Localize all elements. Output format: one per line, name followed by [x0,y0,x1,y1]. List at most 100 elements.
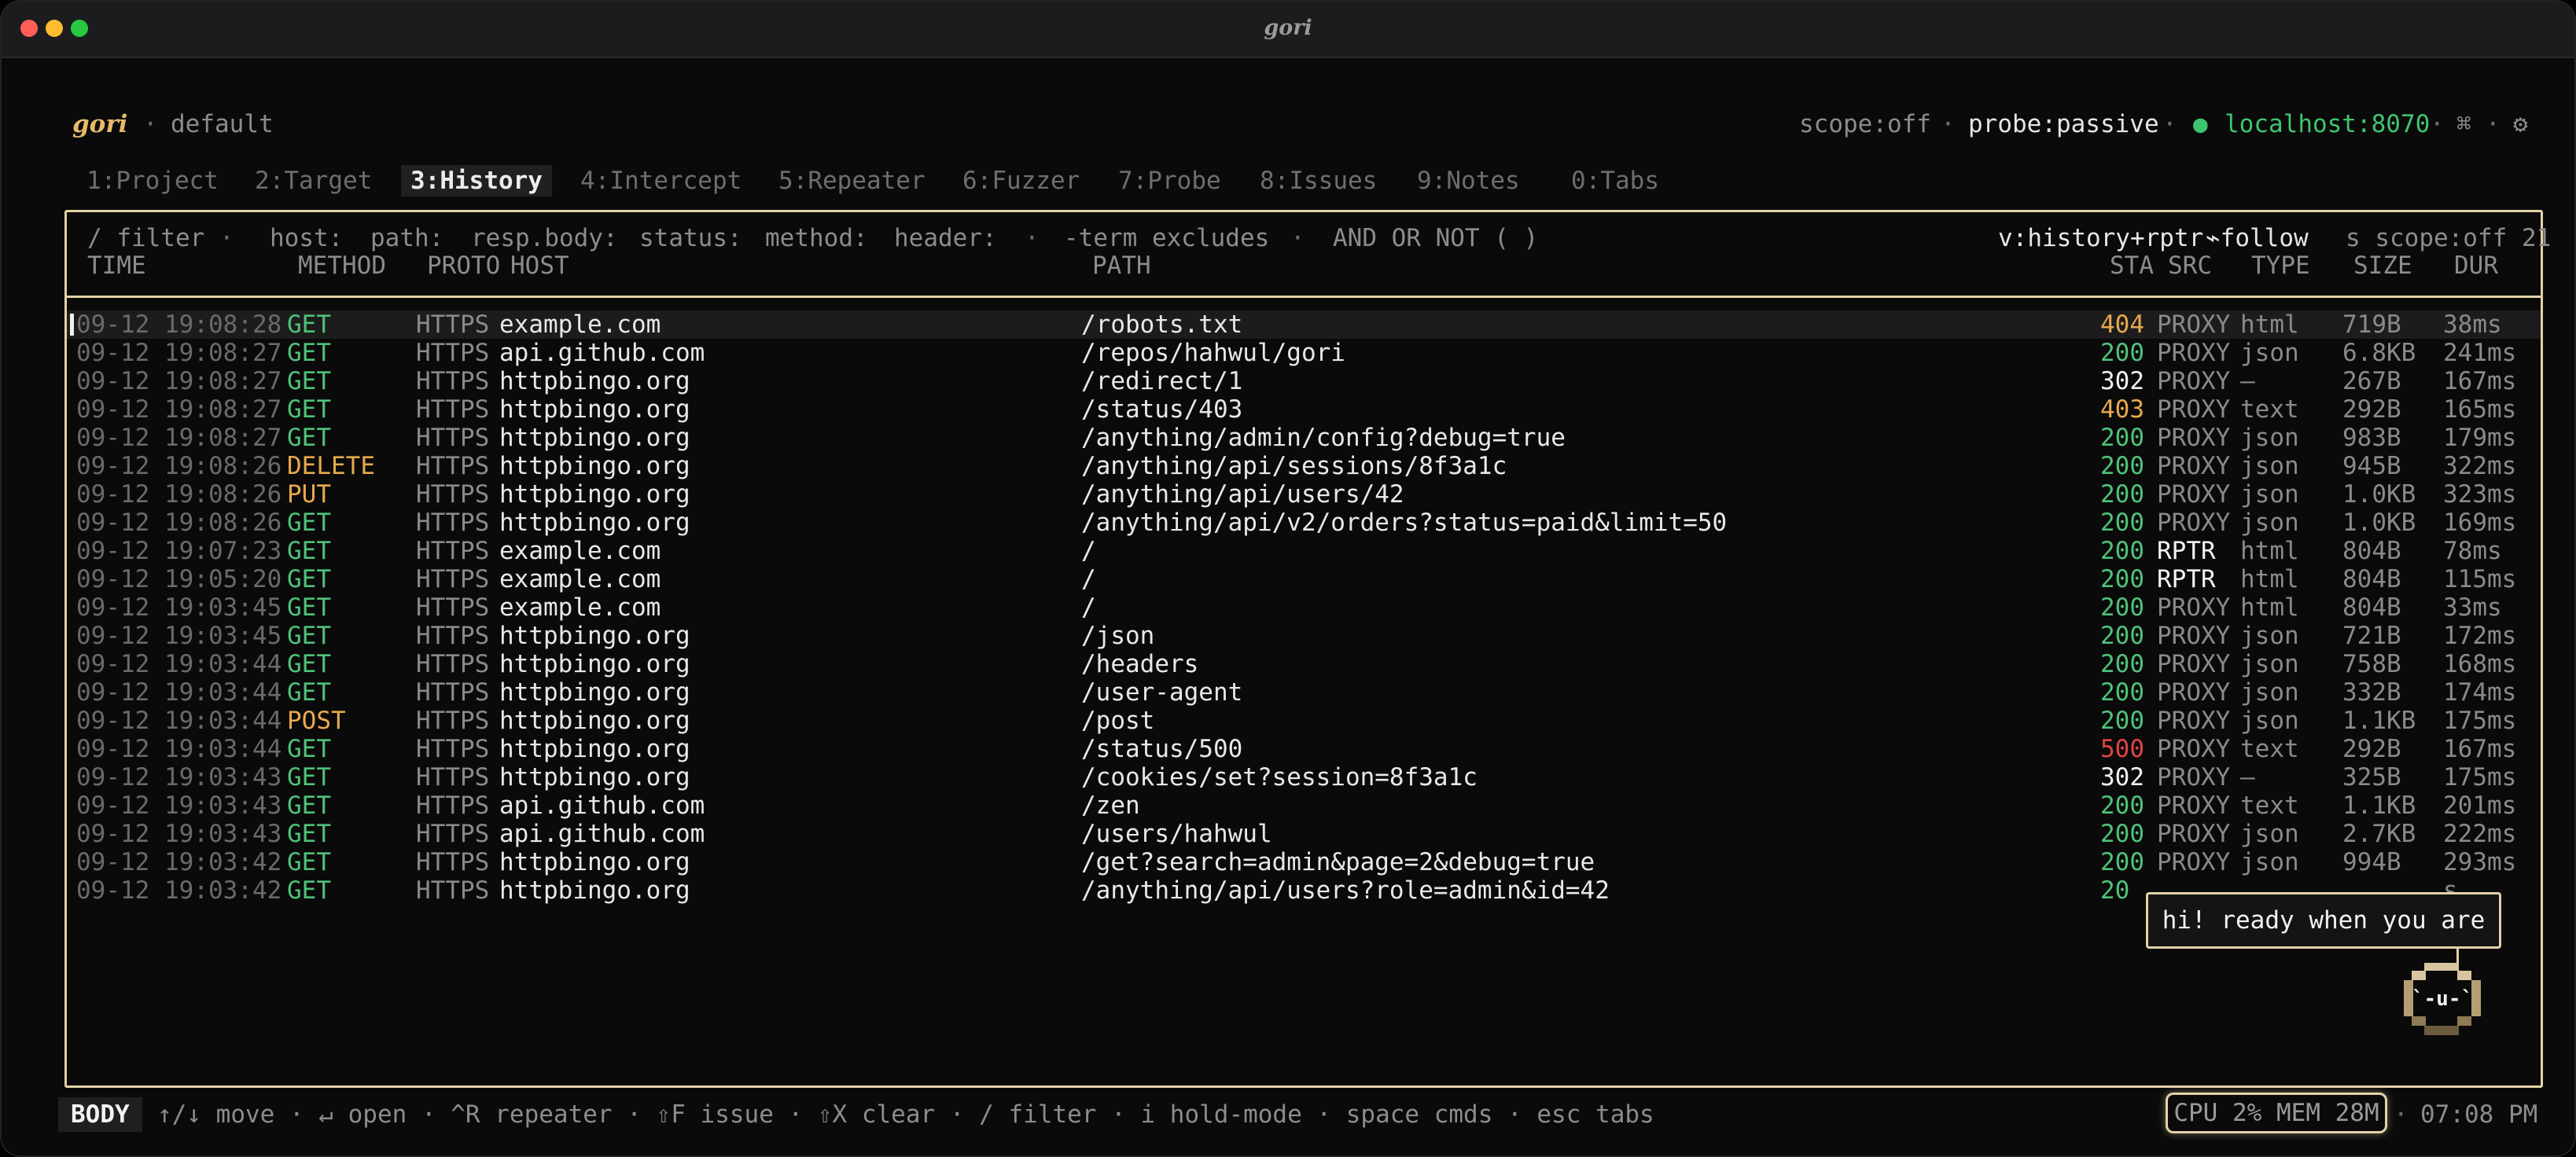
row-size: 325B [2342,763,2401,792]
mascot-face: `-u-` [2412,987,2473,1011]
row-duration: 175ms [2443,707,2517,735]
resource-monitor: CPU 2% MEM 28M [2166,1093,2387,1133]
row-duration: 167ms [2443,735,2517,763]
row-source: PROXY [2157,452,2231,480]
row-path: /status/403 [1081,395,1243,424]
row-host: api.github.com [499,820,705,848]
row-source: PROXY [2157,792,2231,820]
table-row[interactable]: 09-12 19:05:20 GET HTTPS example.com / 200 RPT… [67,565,2541,593]
row-method: GET [287,565,331,593]
filter-hint-host: host: [270,224,344,252]
row-path: /anything/api/sessions/8f3a1c [1081,452,1507,480]
row-path: / [1081,565,1096,593]
row-host: httpbingo.org [499,650,690,678]
row-size: 2.7KB [2342,820,2416,848]
row-duration: 175ms [2443,763,2517,792]
tab-history[interactable]: 3:History [401,165,552,197]
column-method[interactable]: METHOD [298,252,386,280]
column-host[interactable]: HOST [510,252,569,280]
tab-repeater[interactable]: 5:Repeater [769,165,935,197]
row-type: json [2240,424,2299,452]
table-row[interactable]: 09-12 19:08:26 DELETE HTTPS httpbingo.org/a… [67,452,2541,480]
view-mode-toggle[interactable]: v:history+rptr [1998,224,2203,252]
table-row[interactable]: 09-12 19:03:43 GET HTTPS httpbingo.org/cook… [67,763,2541,792]
row-host: httpbingo.org [499,395,690,424]
tab-tabs[interactable]: 0:Tabs [1562,165,1669,197]
row-time: 09-12 19:08:27 [76,395,282,424]
command-key-icon[interactable]: ⌘ [2456,110,2471,138]
row-size: 983B [2342,424,2401,452]
tab-notes[interactable]: 9:Notes [1408,165,1529,197]
table-row[interactable]: 09-12 19:03:44 GET HTTPS httpbingo.org/stat… [67,735,2541,763]
column-type[interactable]: TYPE [2251,252,2310,280]
mode-badge: BODY [58,1097,142,1132]
gear-icon[interactable]: ⚙ [2513,110,2528,138]
row-path: /users/hahwul [1081,820,1272,848]
row-host: httpbingo.org [499,452,690,480]
probe-mode[interactable]: probe:passive [1968,110,2159,138]
table-row[interactable]: 09-12 19:08:28 GET HTTPS example.com/robots… [67,310,2541,339]
window-title: gori [1264,16,1312,40]
table-row[interactable]: 09-12 19:03:45 GET HTTPS httpbingo.org/json… [67,622,2541,650]
table-row[interactable]: 09-12 19:03:42 GET HTTPS httpbingo.org/get?… [67,848,2541,876]
scope-indicator[interactable]: scope:off [1799,110,1931,138]
row-path: /anything/api/v2/orders?status=paid&limi… [1081,509,1728,537]
table-row[interactable]: 09-12 19:08:27 GET HTTPS api.github.com/rep… [67,339,2541,367]
row-duration: 174ms [2443,678,2517,707]
status-separator: · [2394,1100,2409,1129]
table-row[interactable]: 09-12 19:03:44 GET HTTPS httpbingo.org/user… [67,678,2541,707]
table-row[interactable]: 09-12 19:03:43 GET HTTPS api.github.com/zen… [67,792,2541,820]
table-row[interactable]: 09-12 19:03:43 GET HTTPS api.github.com/use… [67,820,2541,848]
table-row[interactable]: 09-12 19:08:26 PUT HTTPS httpbingo.org/anyt… [67,480,2541,509]
column-time[interactable]: TIME [87,252,146,280]
tab-project[interactable]: 1:Project [77,165,228,197]
follow-toggle[interactable]: ⌁follow [2206,224,2309,252]
table-row[interactable]: 09-12 19:03:44 POST HTTPS httpbingo.org/pos… [67,707,2541,735]
row-host: httpbingo.org [499,480,690,509]
row-status: 200 [2100,424,2144,452]
column-source[interactable]: SRC [2168,252,2212,280]
row-path: /anything/api/users/42 [1081,480,1404,509]
tab-intercept[interactable]: 4:Intercept [571,165,751,197]
row-method: GET [287,792,331,820]
tab-probe[interactable]: 7:Probe [1109,165,1231,197]
table-row[interactable]: 09-12 19:07:23 GET HTTPS example.com / 200 RPT… [67,537,2541,565]
row-size: 292B [2342,735,2401,763]
row-host: httpbingo.org [499,509,690,537]
table-row[interactable]: 09-12 19:03:45 GET HTTPS example.com / 200 PRO… [67,593,2541,622]
row-type: json [2240,509,2299,537]
row-duration: 169ms [2443,509,2517,537]
tab-issues[interactable]: 8:Issues [1250,165,1386,197]
table-row[interactable]: 09-12 19:08:27 GET HTTPS httpbingo.org/anyt… [67,424,2541,452]
tab-fuzzer[interactable]: 6:Fuzzer [953,165,1089,197]
column-path[interactable]: PATH [1092,252,1151,280]
tab-target[interactable]: 2:Target [245,165,381,197]
row-method: GET [287,593,331,622]
keybinding-hints: ↑/↓ move · ↵ open · ^R repeater · ⇧F iss… [157,1100,1654,1129]
row-method: GET [287,310,331,339]
filter-input[interactable]: / filter [87,224,204,252]
column-status[interactable]: STA [2110,252,2154,280]
table-row[interactable]: 09-12 19:08:27 GET HTTPS httpbingo.org/redi… [67,367,2541,395]
row-time: 09-12 19:08:26 [76,480,282,509]
row-time: 09-12 19:03:44 [76,707,282,735]
row-source: RPTR [2157,565,2216,593]
row-method: GET [287,763,331,792]
table-row[interactable]: 09-12 19:08:27 GET HTTPS httpbingo.org/stat… [67,395,2541,424]
column-size[interactable]: SIZE [2353,252,2412,280]
row-type: html [2240,537,2299,565]
row-source: PROXY [2157,735,2231,763]
table-row[interactable]: 09-12 19:08:26 GET HTTPS httpbingo.org/anyt… [67,509,2541,537]
row-duration: 322ms [2443,452,2517,480]
column-duration[interactable]: DUR [2454,252,2498,280]
row-proto: HTTPS [416,424,490,452]
row-type: json [2240,452,2299,480]
row-size: 1.0KB [2342,509,2416,537]
table-row[interactable]: 09-12 19:03:44 GET HTTPS httpbingo.org/head… [67,650,2541,678]
filter-separator: · [1290,224,1305,252]
row-proto: HTTPS [416,339,490,367]
row-time: 09-12 19:08:26 [76,452,282,480]
column-proto[interactable]: PROTO [427,252,500,280]
row-source: PROXY [2157,820,2231,848]
row-host: httpbingo.org [499,707,690,735]
